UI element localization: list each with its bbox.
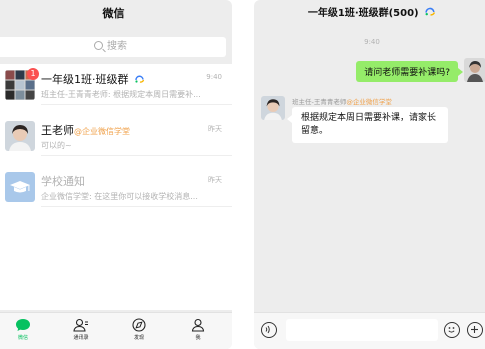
- chat-time: 9:40: [206, 73, 222, 81]
- tab-contacts[interactable]: 通讯录: [61, 318, 101, 341]
- chat-list-panel: 微信 搜索 1 一年级1班·班级群 班主任-王青青老师: 根据规定本周日需要补.…: [0, 0, 232, 349]
- chat-title: 一年级1班·班级群(500): [307, 8, 419, 19]
- compass-icon: [132, 318, 146, 332]
- divider: [41, 104, 232, 105]
- chat-preview: 班主任-王青青老师: 根据规定本周日需要补...: [41, 90, 201, 99]
- chat-window-panel: 一年级1班·班级群(500) 9:40 请问老师需要补课吗? 班主任-王青青老师…: [254, 0, 485, 349]
- add-icon[interactable]: [467, 322, 483, 338]
- app-title: 微信: [102, 7, 125, 20]
- incoming-message[interactable]: 根据规定本周日需要补课，请家长留意。: [287, 107, 448, 143]
- voice-icon[interactable]: [261, 322, 277, 338]
- chat-item-class-group[interactable]: 1 一年级1班·班级群 班主任-王青青老师: 根据规定本周日需要补... 9:4…: [0, 64, 232, 104]
- tab-me[interactable]: 我: [178, 318, 218, 341]
- search-placeholder: 搜索: [107, 41, 127, 52]
- divider: [41, 206, 232, 207]
- outgoing-message[interactable]: 请问老师需要补课吗?: [356, 61, 463, 82]
- chat-time: 昨天: [208, 176, 222, 184]
- enterprise-chat-icon: [425, 7, 436, 16]
- chat-bubble-icon: [16, 319, 30, 331]
- teacher-avatar: [5, 121, 35, 151]
- search-icon: [94, 41, 103, 50]
- tab-label: 我: [195, 335, 201, 341]
- tab-label: 微信: [17, 335, 28, 341]
- tab-chats[interactable]: 微信: [3, 318, 43, 341]
- message-input[interactable]: [286, 319, 438, 341]
- chat-list: 1 一年级1班·班级群 班主任-王青青老师: 根据规定本周日需要补... 9:4…: [0, 64, 232, 310]
- contacts-icon: [73, 318, 88, 332]
- tab-discover[interactable]: 发现: [119, 318, 159, 341]
- sender-ident: @企业微信学堂: [346, 98, 392, 106]
- chat-name: 一年级1班·班级群: [41, 73, 129, 86]
- message-input-bar: [254, 312, 485, 349]
- bottom-tab-bar: 微信 通讯录 发现 我: [0, 312, 232, 349]
- search-bar[interactable]: 搜索: [0, 37, 226, 57]
- tab-label: 发现: [133, 335, 144, 341]
- unread-badge: 1: [27, 68, 39, 80]
- chat-preview: 企业微信学堂: 在这里你可以接收学校消息...: [41, 192, 198, 201]
- my-avatar[interactable]: [464, 58, 485, 82]
- sender-avatar[interactable]: [261, 96, 285, 120]
- chat-name: 王老师: [41, 124, 74, 137]
- emoji-icon[interactable]: [444, 322, 460, 338]
- divider: [41, 155, 232, 156]
- chat-ident: @企业微信学堂: [74, 127, 130, 136]
- enterprise-chat-icon: [135, 75, 145, 83]
- chat-preview: 可以的~: [41, 141, 72, 150]
- chat-item-school-notice[interactable]: 学校通知 企业微信学堂: 在这里你可以接收学校消息... 昨天: [0, 166, 232, 206]
- chat-item-teacher-wang[interactable]: 王老师@企业微信学堂 可以的~ 昨天: [0, 115, 232, 155]
- chat-time: 昨天: [208, 125, 222, 133]
- message-timestamp: 9:40: [364, 38, 380, 46]
- sender-name: 班主任-王青青老师: [292, 98, 347, 106]
- tab-label: 通讯录: [73, 335, 89, 341]
- chat-name: 学校通知: [41, 175, 85, 188]
- school-notice-avatar: [5, 172, 35, 202]
- person-icon: [191, 318, 205, 332]
